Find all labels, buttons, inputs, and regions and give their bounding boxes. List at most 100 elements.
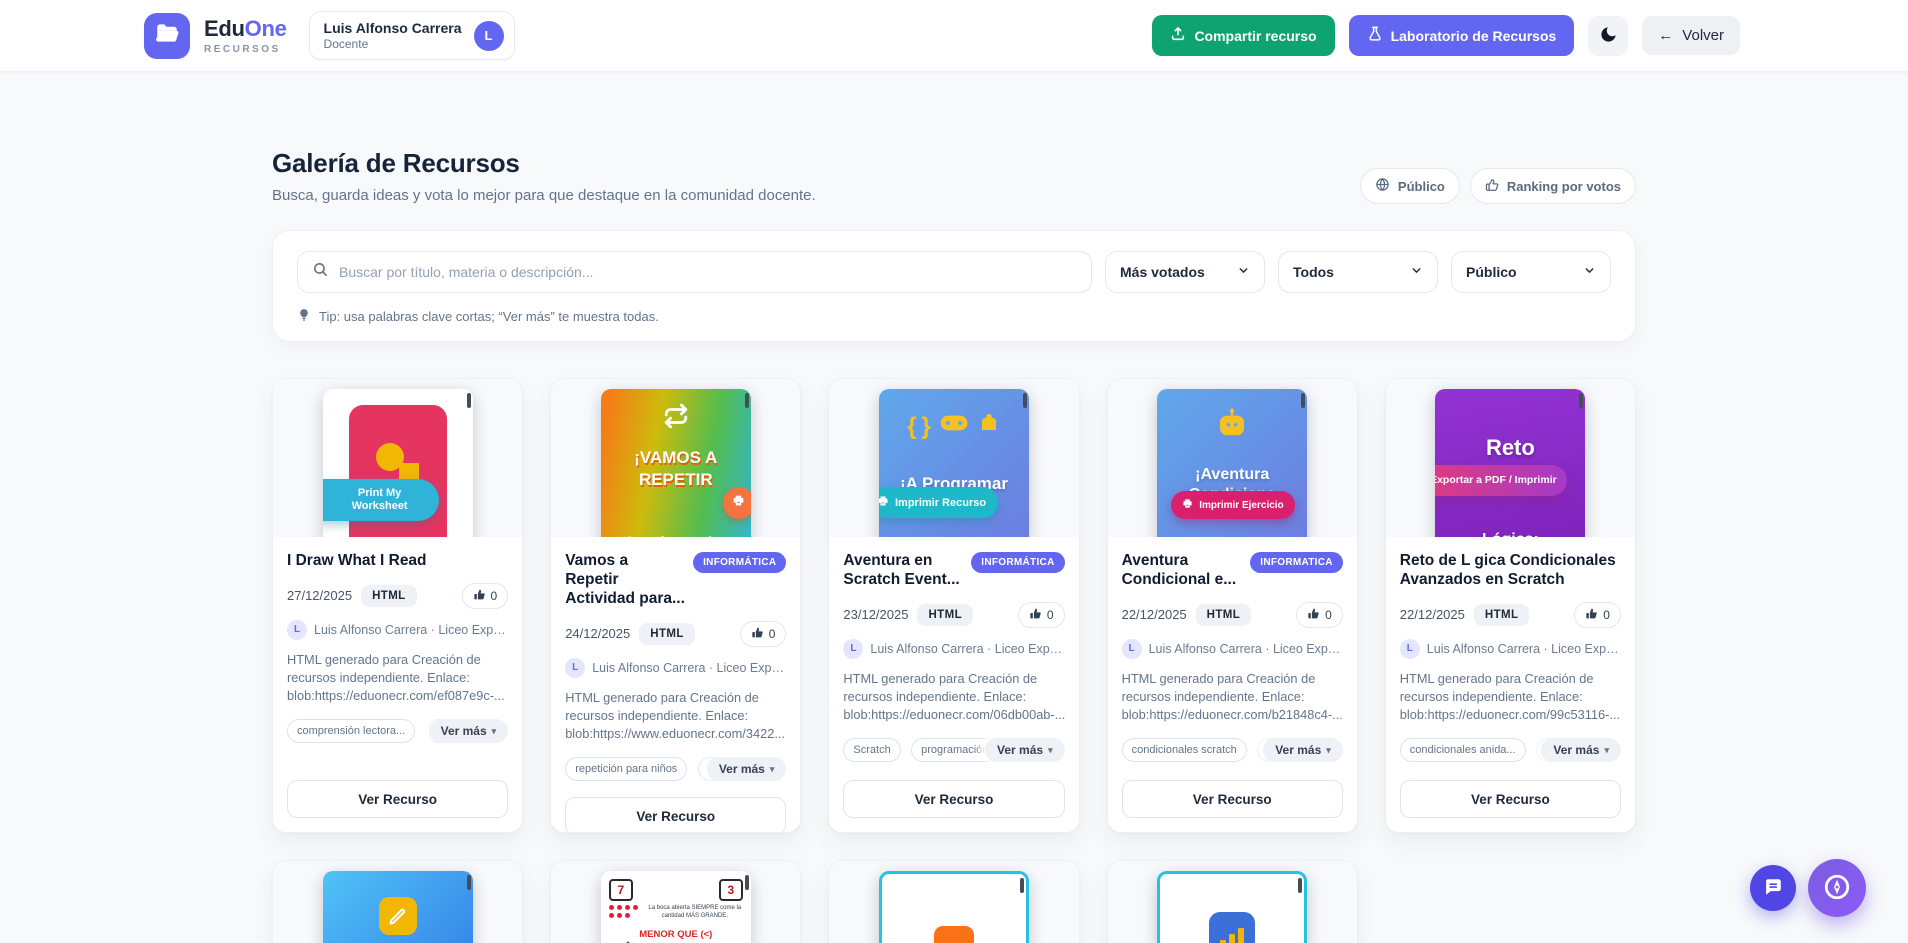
- card-description: HTML generado para Creación de recursos …: [565, 689, 786, 743]
- see-more-button[interactable]: Ver más▾: [707, 757, 787, 781]
- scrollbar-thumb[interactable]: [467, 875, 471, 890]
- back-button[interactable]: ← Volver: [1642, 16, 1740, 55]
- card-title[interactable]: Aventura en Scratch Event...: [843, 552, 963, 590]
- card-title-row: Reto de L gica Condicionales Avanzados e…: [1400, 552, 1621, 590]
- author-avatar: L: [843, 639, 863, 659]
- visibility-select[interactable]: Público: [1451, 251, 1611, 293]
- format-badge: HTML: [361, 585, 417, 607]
- resource-card: ¡VAMOS A REPETIR Aprendemos sobre ▾ Vamo…: [550, 378, 801, 833]
- card-title-row: Aventura Condicional e... INFORMATICA: [1122, 552, 1343, 590]
- card-title[interactable]: I Draw What I Read: [287, 552, 508, 571]
- subject-select[interactable]: Todos: [1278, 251, 1438, 293]
- votes-pill[interactable]: 0: [462, 583, 509, 609]
- tag[interactable]: Scratch: [843, 738, 900, 762]
- card-title[interactable]: Vamos a Repetir Actividad para...: [565, 552, 685, 609]
- card-meta: 23/12/2025 HTML 0: [843, 602, 1064, 628]
- votes-pill[interactable]: 0: [1574, 602, 1621, 628]
- card-title[interactable]: Reto de L gica Condicionales Avanzados e…: [1400, 552, 1621, 590]
- share-resource-label: Compartir recurso: [1194, 28, 1316, 44]
- resource-thumbnail[interactable]: Taller de: [273, 861, 522, 943]
- tag[interactable]: comprensión lectora...: [287, 719, 415, 743]
- card-footer: Ver Recurso: [1386, 766, 1635, 832]
- resource-thumbnail[interactable]: ¡VAMOS A REPETIR Aprendemos sobre ▾: [551, 379, 800, 537]
- share-resource-button[interactable]: Compartir recurso: [1152, 15, 1334, 56]
- thumbnail-preview: 7 3 La boca abierta SIEMPRE come la cant…: [601, 871, 751, 943]
- view-resource-button[interactable]: Ver Recurso: [843, 780, 1064, 818]
- tag[interactable]: repetición para niños: [565, 757, 687, 781]
- resource-lab-button[interactable]: Laboratorio de Recursos: [1349, 15, 1575, 56]
- see-more-button[interactable]: Ver más▾: [985, 738, 1065, 762]
- scrollbar-thumb[interactable]: [745, 875, 749, 890]
- view-resource-button[interactable]: Ver Recurso: [1400, 780, 1621, 818]
- resource-thumbnail[interactable]: { } ¡A Programar Imprimir Recurso ▾: [829, 379, 1078, 537]
- resource-thumbnail[interactable]: Reto Exportar a PDF / Imprimir Lógica: ▾: [1386, 379, 1635, 537]
- card-title[interactable]: Aventura Condicional e...: [1122, 552, 1243, 590]
- tag[interactable]: condicionales scratch: [1122, 738, 1247, 762]
- tag[interactable]: condicionales anida...: [1400, 738, 1526, 762]
- votes-pill[interactable]: 0: [1296, 602, 1343, 628]
- resource-card: Reto Exportar a PDF / Imprimir Lógica: ▾…: [1385, 378, 1636, 833]
- resource-thumbnail[interactable]: Print My Worksheet ▾: [273, 379, 522, 537]
- thumbs-up-icon: [1585, 607, 1598, 623]
- resource-thumbnail[interactable]: 7 3 La boca abierta SIEMPRE come la cant…: [551, 861, 800, 943]
- see-more-button[interactable]: Ver más▾: [429, 719, 509, 743]
- see-more-button[interactable]: Ver más▾: [1541, 738, 1621, 762]
- see-more-label: Ver más: [1275, 743, 1321, 757]
- scrollbar-thumb[interactable]: [1579, 393, 1583, 408]
- search-input[interactable]: [339, 264, 1077, 280]
- author-row: L Luis Alfonso Carrera · Liceo Experi...: [1122, 639, 1343, 659]
- scrollbar-thumb[interactable]: [1298, 878, 1302, 893]
- category-badge: INFORMÁTICA: [971, 552, 1064, 573]
- view-resource-button[interactable]: Ver Recurso: [565, 797, 786, 833]
- thumbnail-heading: ¡VAMOS A REPETIR: [601, 447, 751, 491]
- scrollbar-thumb[interactable]: [745, 393, 749, 408]
- resource-thumbnail[interactable]: [1108, 861, 1357, 943]
- tip-text: Tip: usa palabras clave cortas; “Ver más…: [319, 309, 659, 324]
- page-badges: Público Ranking por votos: [1360, 168, 1636, 204]
- card-footer: Ver Recurso: [829, 766, 1078, 832]
- scrollbar-thumb[interactable]: [467, 393, 471, 408]
- format-badge: HTML: [1196, 604, 1252, 626]
- caret-down-icon: ▾: [1326, 745, 1331, 756]
- resource-grid: Print My Worksheet ▾ I Draw What I Read …: [272, 378, 1636, 833]
- user-pill[interactable]: Luis Alfonso Carrera Docente L: [309, 11, 515, 59]
- caret-down-icon: ▾: [770, 764, 775, 775]
- votes-pill[interactable]: 0: [740, 621, 787, 647]
- worksheet-instruction: La boca abierta SIEMPRE come la cantidad…: [647, 905, 743, 921]
- page-head: Galería de Recursos Busca, guarda ideas …: [272, 148, 1636, 204]
- lightbulb-icon: [297, 308, 311, 325]
- sort-select[interactable]: Más votados: [1105, 251, 1265, 293]
- author-name: Luis Alfonso Carrera · Liceo Experi...: [870, 642, 1064, 656]
- thumbnail-preview: Reto Exportar a PDF / Imprimir Lógica: ▾: [1435, 389, 1585, 537]
- folder-icon: [154, 20, 180, 51]
- see-more-button[interactable]: Ver más ▾: [1263, 738, 1343, 762]
- author-row: L Luis Alfonso Carrera · Liceo Experi...: [843, 639, 1064, 659]
- resource-thumbnail[interactable]: ¡Aventura Condiciona Imprimir Ejercicio …: [1108, 379, 1357, 537]
- author-avatar: L: [1122, 639, 1142, 659]
- print-exercise-label: Imprimir Ejercicio: [1199, 500, 1283, 511]
- card-meta: 22/12/2025 HTML 0: [1400, 602, 1621, 628]
- card-footer: Ver Recurso: [1108, 766, 1357, 832]
- card-title-row: I Draw What I Read: [287, 552, 508, 571]
- view-resource-button[interactable]: Ver Recurso: [287, 780, 508, 818]
- votes-pill[interactable]: 0: [1018, 602, 1065, 628]
- scrollbar-thumb[interactable]: [1020, 878, 1024, 893]
- page-head-text: Galería de Recursos Busca, guarda ideas …: [272, 148, 816, 204]
- compass-fab[interactable]: [1808, 859, 1866, 917]
- scrollbar-thumb[interactable]: [1301, 393, 1305, 408]
- resource-card: { } ¡A Programar Imprimir Recurso ▾ Aven…: [828, 378, 1079, 833]
- tags-row: repetición para niños pa Ver más▾: [565, 757, 786, 783]
- brand-title: EduOne: [204, 16, 287, 42]
- chat-fab[interactable]: [1750, 865, 1796, 911]
- dark-mode-toggle[interactable]: [1588, 16, 1628, 56]
- user-text: Luis Alfonso Carrera Docente: [324, 20, 462, 50]
- resource-thumbnail[interactable]: [829, 861, 1078, 943]
- logo[interactable]: [144, 13, 190, 59]
- robot-icon: [1157, 407, 1307, 441]
- user-role: Docente: [324, 37, 462, 51]
- puzzle-icon: [977, 411, 1001, 442]
- scrollbar-thumb[interactable]: [1023, 393, 1027, 408]
- thumbnail-preview: Print My Worksheet ▾: [323, 389, 473, 537]
- view-resource-button[interactable]: Ver Recurso: [1122, 780, 1343, 818]
- subject-select-value: Todos: [1293, 264, 1334, 280]
